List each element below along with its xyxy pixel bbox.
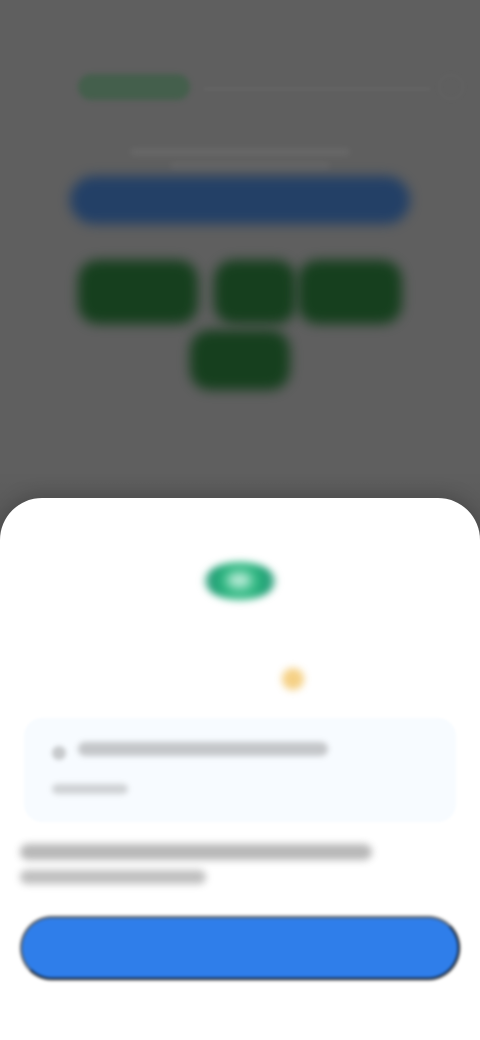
status-time xyxy=(34,10,134,46)
explanation-line-2 xyxy=(20,870,206,884)
sparkle-icon xyxy=(282,668,304,690)
card-secondary-line xyxy=(52,784,128,794)
celebration-icon xyxy=(204,562,276,600)
brand-pill xyxy=(78,74,190,100)
answer-choice-4[interactable] xyxy=(190,330,290,390)
card-primary-line xyxy=(78,742,328,756)
question-text-line xyxy=(130,148,350,156)
answer-choice-2[interactable] xyxy=(214,260,296,324)
explanation-line-1 xyxy=(20,844,372,860)
app-screen xyxy=(0,0,480,1040)
close-icon[interactable] xyxy=(438,74,464,100)
question-text-line-secondary xyxy=(170,162,330,170)
continue-button[interactable] xyxy=(20,916,460,980)
bottom-safe-area xyxy=(0,994,480,1040)
result-card xyxy=(24,718,456,822)
card-bullet-icon xyxy=(52,746,66,760)
progress-line xyxy=(204,88,430,90)
selected-answer-bar xyxy=(70,176,410,224)
answer-choice-1[interactable] xyxy=(78,260,198,324)
result-bottom-sheet xyxy=(0,498,480,1040)
answer-choice-3[interactable] xyxy=(298,260,402,324)
